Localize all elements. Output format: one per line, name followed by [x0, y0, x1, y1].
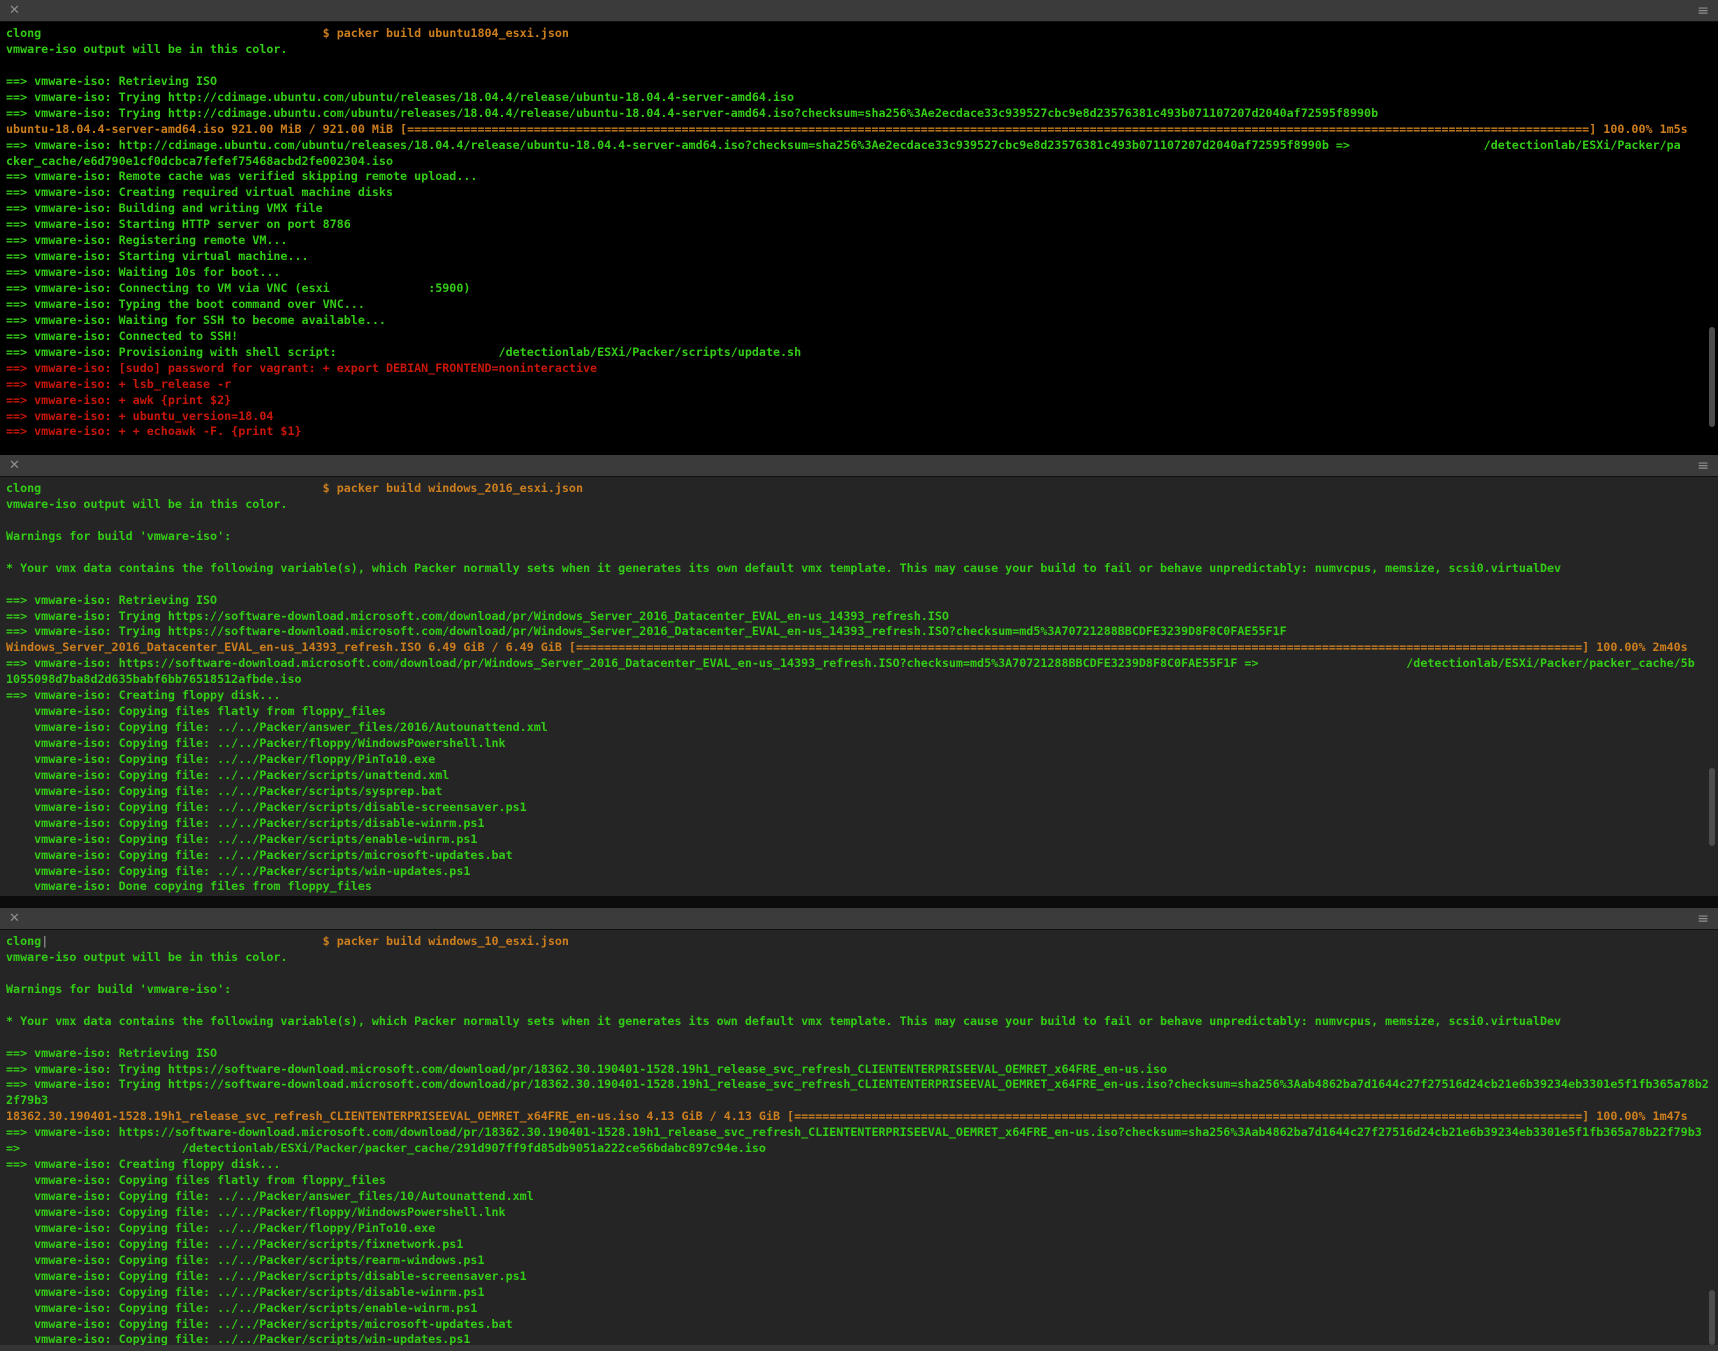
terminal-line: vmware-iso: Done copying files from flop…	[6, 879, 1718, 895]
terminal-line: vmware-iso: Copying file: ../../Packer/s…	[6, 832, 1718, 848]
terminal-line: 1055098d7ba8d2d635babf6bb76518512afbde.i…	[6, 672, 1718, 688]
terminal-line: vmware-iso output will be in this color.	[6, 950, 1718, 966]
terminal-line: vmware-iso output will be in this color.	[6, 497, 1718, 513]
terminal-line: vmware-iso: Copying file: ../../Packer/s…	[6, 768, 1718, 784]
terminal-output-windows10[interactable]: clong| $ packer build windows_10_esxi.js…	[0, 930, 1718, 1351]
terminal-line: ==> vmware-iso: Retrieving ISO	[6, 593, 1718, 609]
pane-titlebar[interactable]: ✕ ≡	[0, 455, 1718, 477]
terminal-line	[6, 577, 1718, 593]
terminal-line: Windows_Server_2016_Datacenter_EVAL_en-u…	[6, 640, 1718, 656]
pane-bottom-gap	[0, 896, 1718, 908]
terminal-line: ==> vmware-iso: + + echoawk -F. {print $…	[6, 424, 1718, 440]
terminal-line: vmware-iso: Copying files flatly from fl…	[6, 1173, 1718, 1189]
pane-menu-icon[interactable]: ≡	[1697, 908, 1709, 930]
terminal-pane-windows2016: ✕ ≡ clong $ packer build windows_2016_es…	[0, 455, 1718, 908]
terminal-line: ==> vmware-iso: Provisioning with shell …	[6, 345, 1718, 361]
pane-titlebar[interactable]: ✕ ≡	[0, 0, 1718, 22]
terminal-line: ==> vmware-iso: Typing the boot command …	[6, 297, 1718, 313]
terminal-line: ubuntu-18.04.4-server-amd64.iso 921.00 M…	[6, 122, 1718, 138]
terminal-line: vmware-iso: Copying file: ../../Packer/s…	[6, 1237, 1718, 1253]
close-icon[interactable]: ✕	[9, 908, 20, 930]
terminal-line: ==> vmware-iso: Registering remote VM...	[6, 233, 1718, 249]
terminal-line: vmware-iso: Copying file: ../../Packer/s…	[6, 800, 1718, 816]
terminal-line: ==> vmware-iso: https://software-downloa…	[6, 656, 1718, 672]
scrollbar-thumb-pane1[interactable]	[1709, 327, 1715, 427]
terminal-line: clong $ packer build ubuntu1804_esxi.jso…	[6, 26, 1718, 42]
terminal-line: vmware-iso: Copying file: ../../Packer/s…	[6, 864, 1718, 880]
terminal-line: vmware-iso: Copying file: ../../Packer/s…	[6, 816, 1718, 832]
terminal-line	[6, 545, 1718, 561]
terminal-line: vmware-iso: Copying file: ../../Packer/s…	[6, 1253, 1718, 1269]
terminal-line: vmware-iso: Copying file: ../../Packer/s…	[6, 784, 1718, 800]
terminal-line: vmware-iso: Copying file: ../../Packer/f…	[6, 1221, 1718, 1237]
terminal-line: vmware-iso: Copying file: ../../Packer/a…	[6, 720, 1718, 736]
terminal-line: Warnings for build 'vmware-iso':	[6, 982, 1718, 998]
terminal-line: vmware-iso: Copying file: ../../Packer/f…	[6, 1205, 1718, 1221]
terminal-line: vmware-iso: Copying file: ../../Packer/a…	[6, 1189, 1718, 1205]
terminal-line	[6, 998, 1718, 1014]
terminal-line	[6, 513, 1718, 529]
pane-menu-icon[interactable]: ≡	[1697, 0, 1709, 22]
terminal-line: ==> vmware-iso: Creating floppy disk...	[6, 688, 1718, 704]
terminal-line	[6, 966, 1718, 982]
terminal-line: ==> vmware-iso: + lsb_release -r	[6, 377, 1718, 393]
terminal-output-ubuntu1804[interactable]: clong $ packer build ubuntu1804_esxi.jso…	[0, 22, 1718, 455]
terminator-window: { "window": { "close_glyph": "✕", "menu_…	[0, 0, 1718, 1351]
terminal-line: ==> vmware-iso: + ubuntu_version=18.04	[6, 409, 1718, 425]
terminal-line: ==> vmware-iso: https://software-downloa…	[6, 1125, 1718, 1141]
terminal-line: ==> vmware-iso: Remote cache was verifie…	[6, 169, 1718, 185]
pane-menu-icon[interactable]: ≡	[1697, 455, 1709, 477]
terminal-line: vmware-iso: Copying file: ../../Packer/f…	[6, 752, 1718, 768]
terminal-line: vmware-iso: Copying file: ../../Packer/f…	[6, 736, 1718, 752]
pane-titlebar[interactable]: ✕ ≡	[0, 908, 1718, 930]
terminal-line: 18362.30.190401-1528.19h1_release_svc_re…	[6, 1109, 1718, 1125]
window-bottom-edge	[0, 1345, 1718, 1351]
terminal-line: ==> vmware-iso: Trying https://software-…	[6, 1077, 1718, 1093]
terminal-line: * Your vmx data contains the following v…	[6, 561, 1718, 577]
terminal-line: ==> vmware-iso: Building and writing VMX…	[6, 201, 1718, 217]
terminal-line: ==> vmware-iso: Trying https://software-…	[6, 1062, 1718, 1078]
terminal-line	[6, 1030, 1718, 1046]
terminal-line: => /detectionlab/ESXi/Packer/packer_cach…	[6, 1141, 1718, 1157]
terminal-line	[6, 58, 1718, 74]
terminal-line: vmware-iso: Copying file: ../../Packer/s…	[6, 1301, 1718, 1317]
terminal-line: ==> vmware-iso: Connecting to VM via VNC…	[6, 281, 1718, 297]
terminal-pane-windows10: ✕ ≡ clong| $ packer build windows_10_esx…	[0, 908, 1718, 1351]
terminal-pane-ubuntu1804: ✕ ≡ clong $ packer build ubuntu1804_esxi…	[0, 0, 1718, 455]
scrollbar-thumb-pane2[interactable]	[1709, 768, 1715, 846]
terminal-line: ==> vmware-iso: Trying http://cdimage.ub…	[6, 90, 1718, 106]
close-icon[interactable]: ✕	[9, 0, 20, 22]
terminal-line: vmware-iso output will be in this color.	[6, 42, 1718, 58]
terminal-line: ==> vmware-iso: Trying https://software-…	[6, 624, 1718, 640]
terminal-line: ==> vmware-iso: [sudo] password for vagr…	[6, 361, 1718, 377]
terminal-line: ==> vmware-iso: Retrieving ISO	[6, 74, 1718, 90]
close-icon[interactable]: ✕	[9, 455, 20, 477]
terminal-line: vmware-iso: Copying file: ../../Packer/s…	[6, 1285, 1718, 1301]
terminal-line: ==> vmware-iso: Creating required virtua…	[6, 185, 1718, 201]
terminal-line: ==> vmware-iso: Creating floppy disk...	[6, 1157, 1718, 1173]
terminal-line: ==> vmware-iso: + awk {print $2}	[6, 393, 1718, 409]
terminal-line: vmware-iso: Copying file: ../../Packer/s…	[6, 848, 1718, 864]
terminal-line: ==> vmware-iso: Trying https://software-…	[6, 609, 1718, 625]
terminal-line: ==> vmware-iso: Starting virtual machine…	[6, 249, 1718, 265]
terminal-line: ==> vmware-iso: Retrieving ISO	[6, 1046, 1718, 1062]
terminal-line: vmware-iso: Copying file: ../../Packer/s…	[6, 1269, 1718, 1285]
terminal-line: ==> vmware-iso: http://cdimage.ubuntu.co…	[6, 138, 1718, 154]
terminal-line: Warnings for build 'vmware-iso':	[6, 529, 1718, 545]
scrollbar-thumb-pane3[interactable]	[1709, 1290, 1715, 1345]
terminal-line: vmware-iso: Copying files flatly from fl…	[6, 704, 1718, 720]
terminal-line: ==> vmware-iso: Waiting 10s for boot...	[6, 265, 1718, 281]
terminal-output-windows2016[interactable]: clong $ packer build windows_2016_esxi.j…	[0, 477, 1718, 908]
terminal-line: ==> vmware-iso: Connected to SSH!	[6, 329, 1718, 345]
terminal-line: clong $ packer build windows_2016_esxi.j…	[6, 481, 1718, 497]
terminal-line: vmware-iso: Copying file: ../../Packer/s…	[6, 1317, 1718, 1333]
terminal-line: 2f79b3	[6, 1093, 1718, 1109]
terminal-line: ==> vmware-iso: Waiting for SSH to becom…	[6, 313, 1718, 329]
terminal-line: cker_cache/e6d790e1cf0dcbca7fefef75468ac…	[6, 154, 1718, 170]
terminal-line: clong| $ packer build windows_10_esxi.js…	[6, 934, 1718, 950]
terminal-line: ==> vmware-iso: Trying http://cdimage.ub…	[6, 106, 1718, 122]
terminal-line: * Your vmx data contains the following v…	[6, 1014, 1718, 1030]
terminal-line: ==> vmware-iso: Starting HTTP server on …	[6, 217, 1718, 233]
